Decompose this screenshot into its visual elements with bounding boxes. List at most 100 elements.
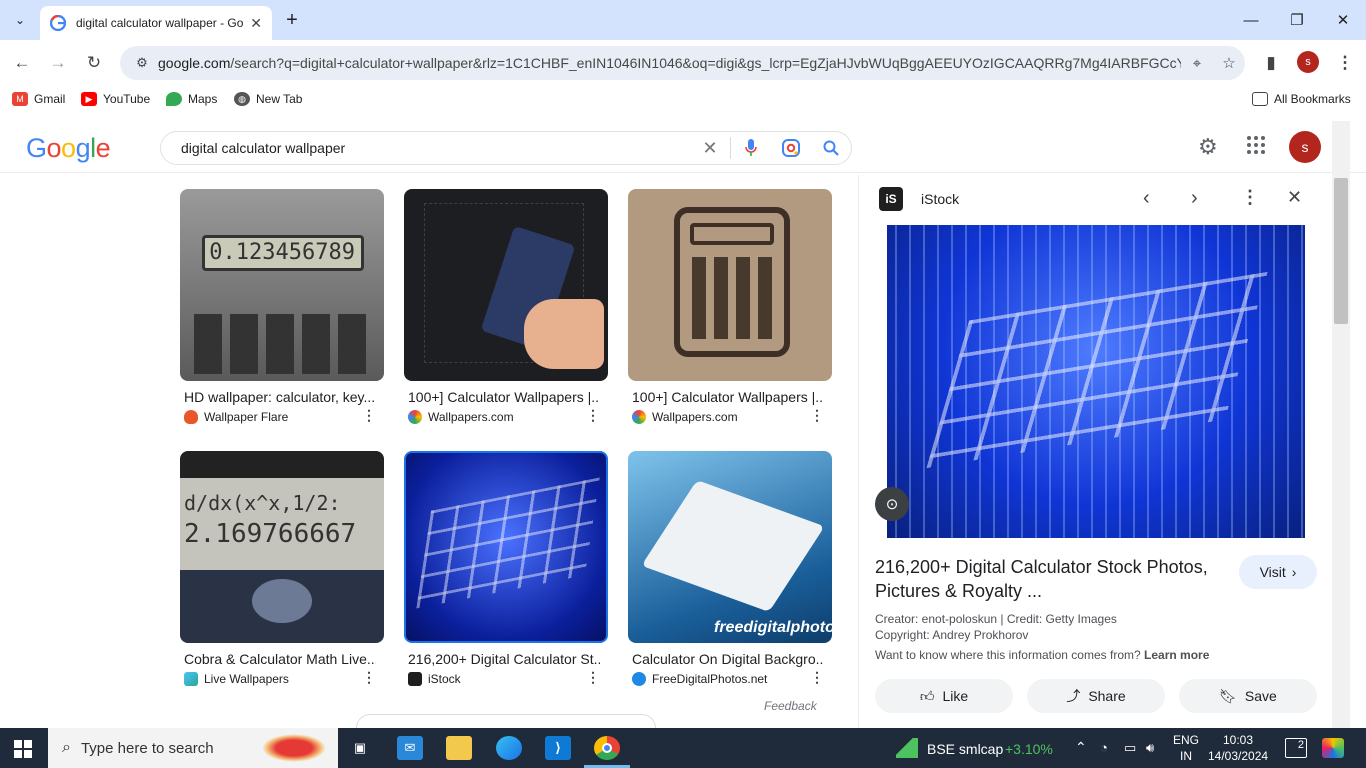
image-result-card[interactable]: 100+] Calculator Wallpapers |... Wallpap… (628, 189, 832, 424)
wallpapers-favicon-icon (408, 410, 422, 424)
address-bar[interactable]: ⚙ google.com/search?q=digital+calculator… (120, 46, 1245, 80)
share-button[interactable]: ⤴ Share (1027, 679, 1165, 713)
profile-avatar[interactable]: s (1297, 51, 1319, 73)
result-source[interactable]: FreeDigitalPhotos.net (628, 672, 832, 686)
all-bookmarks[interactable]: All Bookmarks (1252, 92, 1351, 106)
taskbar-search[interactable]: ⌕ Type here to search (48, 728, 338, 768)
panel-menu-icon[interactable]: ⋮ (1241, 187, 1259, 208)
flame-favicon-icon (184, 410, 198, 424)
stock-name[interactable]: BSE smlcap (927, 741, 1003, 757)
search-box[interactable]: digital calculator wallpaper ✕ (160, 131, 852, 165)
result-thumbnail[interactable]: d/dx(x^x,1/2: 2.169766667 (180, 451, 384, 643)
feedback-link[interactable]: Feedback (764, 699, 817, 713)
result-thumbnail[interactable] (404, 189, 608, 381)
location-icon[interactable]: ⌖ (1181, 55, 1213, 72)
image-result-card-selected[interactable]: 216,200+ Digital Calculator St... iStock… (404, 451, 608, 686)
result-source[interactable]: Wallpapers.com (628, 410, 832, 424)
image-result-card[interactable]: d/dx(x^x,1/2: 2.169766667 Cobra & Calcul… (180, 451, 384, 686)
bookmark-youtube[interactable]: ▶ YouTube (81, 92, 150, 106)
browser-tab-active[interactable]: digital calculator wallpaper - Go ✕ (40, 6, 272, 40)
wifi-icon[interactable]: ◔ (1100, 740, 1108, 755)
tab-close-icon[interactable]: ✕ (250, 15, 262, 32)
scrollbar-thumb[interactable] (1334, 178, 1348, 324)
side-panel-button[interactable]: ▮ (1258, 50, 1284, 76)
minimize-button[interactable]: — (1228, 0, 1274, 40)
result-source[interactable]: Wallpaper Flare (180, 410, 384, 424)
restore-button[interactable]: ❐ (1274, 0, 1320, 40)
close-window-button[interactable]: ✕ (1320, 0, 1366, 40)
result-source[interactable]: Wallpapers.com (404, 410, 608, 424)
result-menu-icon[interactable]: ⋮ (586, 407, 600, 424)
bookmark-new-tab[interactable]: ◍ New Tab (234, 92, 302, 106)
chrome-menu-button[interactable]: ⋮ (1332, 50, 1358, 76)
lens-search-image-icon[interactable]: ⊙ (875, 487, 909, 521)
visit-button[interactable]: Visit › (1239, 555, 1317, 589)
image-result-card[interactable]: 0.123456789 HD wallpaper: calculator, ke… (180, 189, 384, 424)
clock[interactable]: 10:03 14/03/2024 (1208, 733, 1268, 763)
result-menu-icon[interactable]: ⋮ (586, 669, 600, 686)
learn-more-link[interactable]: Learn more (1144, 648, 1209, 662)
apps-grid-icon[interactable] (1246, 135, 1266, 160)
more-results-button[interactable] (356, 714, 656, 728)
close-icon: ✕ (1336, 12, 1350, 29)
task-view-icon[interactable]: ▣ (347, 736, 373, 760)
google-account-avatar[interactable]: s (1289, 131, 1321, 163)
preview-image[interactable] (887, 225, 1305, 538)
lens-search-icon[interactable] (771, 132, 811, 164)
volume-icon[interactable]: 🔊︎ (1146, 740, 1154, 756)
like-button[interactable]: 👍︎ Like (875, 679, 1013, 713)
save-button[interactable]: 🔖︎ Save (1179, 679, 1317, 713)
result-source[interactable]: Live Wallpapers (180, 672, 384, 686)
reload-button[interactable]: ↻ (81, 50, 107, 76)
image-result-card[interactable]: 100+] Calculator Wallpapers |... Wallpap… (404, 189, 608, 424)
bookmark-maps[interactable]: Maps (166, 92, 217, 106)
result-title[interactable]: HD wallpaper: calculator, key... (180, 389, 376, 405)
tab-search-dropdown[interactable]: ⌄ (0, 0, 40, 40)
result-title[interactable]: 100+] Calculator Wallpapers |... (628, 389, 824, 405)
result-menu-icon[interactable]: ⋮ (362, 407, 376, 424)
edge-browser-icon[interactable] (496, 736, 522, 760)
result-title[interactable]: Calculator On Digital Backgro... (628, 651, 824, 667)
result-thumbnail[interactable] (404, 451, 608, 643)
voice-search-icon[interactable] (731, 132, 771, 164)
close-panel-icon[interactable]: ✕ (1287, 187, 1302, 208)
visit-label: Visit (1259, 564, 1286, 580)
battery-icon[interactable]: ▭ (1124, 740, 1136, 756)
forward-button[interactable]: → (45, 50, 71, 76)
result-thumbnail[interactable]: 0.123456789 (180, 189, 384, 381)
language-indicator[interactable]: ENG IN (1173, 733, 1199, 763)
bookmark-gmail[interactable]: M Gmail (12, 92, 65, 106)
file-explorer-icon[interactable] (446, 736, 472, 760)
result-title[interactable]: 100+] Calculator Wallpapers |... (404, 389, 600, 405)
google-logo[interactable]: Google (26, 133, 111, 164)
chrome-taskbar-icon[interactable] (594, 736, 620, 760)
result-menu-icon[interactable]: ⋮ (362, 669, 376, 686)
windows-start-icon[interactable] (14, 740, 32, 761)
result-title[interactable]: Cobra & Calculator Math Live... (180, 651, 376, 667)
mail-app-icon[interactable]: ✉ (397, 736, 423, 760)
bookmark-star-icon[interactable]: ☆ (1213, 54, 1245, 72)
clear-search-icon[interactable]: ✕ (690, 132, 730, 164)
panel-source-name[interactable]: iStock (921, 191, 959, 207)
site-info-icon[interactable]: ⚙ (126, 55, 158, 71)
result-menu-icon[interactable]: ⋮ (810, 407, 824, 424)
result-source[interactable]: iStock (404, 672, 608, 686)
previous-image-icon[interactable]: ‹ (1143, 187, 1150, 210)
result-menu-icon[interactable]: ⋮ (810, 669, 824, 686)
result-title[interactable]: 216,200+ Digital Calculator St... (404, 651, 600, 667)
image-result-card[interactable]: freedigitalphoto Calculator On Digital B… (628, 451, 832, 686)
result-thumbnail[interactable] (628, 189, 832, 381)
bookmark-label: YouTube (103, 92, 151, 106)
settings-gear-icon[interactable]: ⚙ (1198, 134, 1218, 160)
notification-center-icon[interactable]: 2 (1285, 738, 1307, 758)
search-input[interactable]: digital calculator wallpaper (161, 140, 690, 156)
back-button[interactable]: ← (9, 50, 35, 76)
vscode-icon[interactable]: ⟩ (545, 736, 571, 760)
panel-result-title[interactable]: 216,200+ Digital Calculator Stock Photos… (875, 555, 1225, 603)
chevron-up-icon[interactable]: ⌃ (1075, 739, 1087, 756)
next-image-icon[interactable]: › (1191, 187, 1198, 210)
new-tab-button[interactable]: + (270, 0, 314, 40)
result-thumbnail[interactable]: freedigitalphoto (628, 451, 832, 643)
search-submit-icon[interactable] (811, 132, 851, 164)
widgets-icon[interactable] (1322, 738, 1344, 758)
